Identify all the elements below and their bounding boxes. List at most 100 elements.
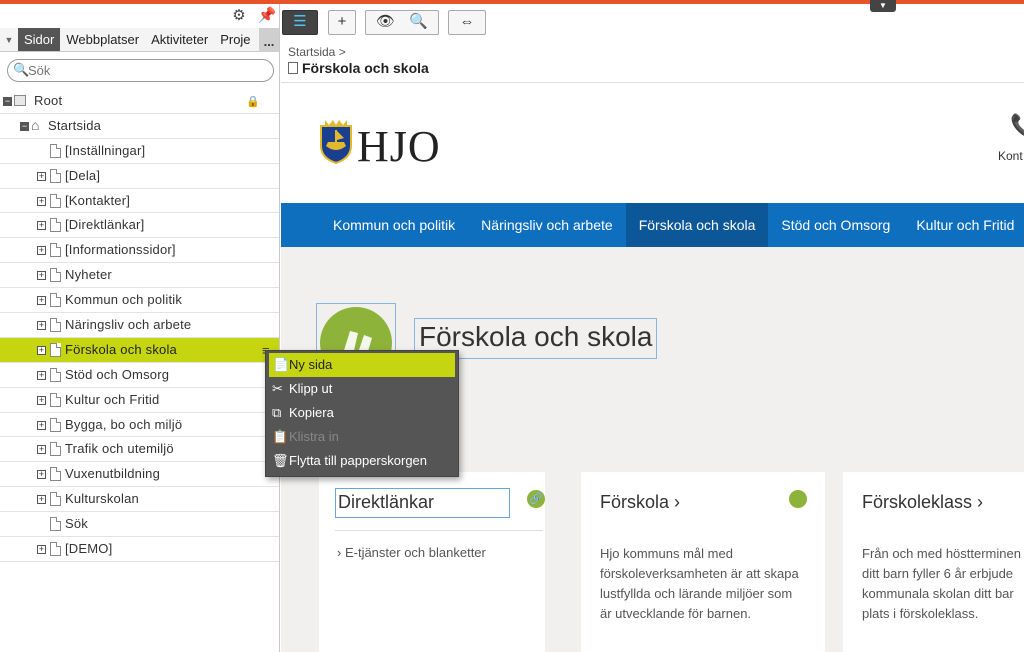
tree-row[interactable]: + Trafik och utemiljö	[0, 437, 279, 463]
card-text: Från och med höstterminen ditt barn fyll…	[862, 546, 1021, 621]
card-title: Direktlänkar	[338, 492, 435, 512]
page-icon	[288, 62, 298, 74]
tree-row[interactable]: [Inställningar]	[0, 139, 279, 164]
tree-row-selected[interactable]: + Förskola och skola ≡	[0, 337, 279, 363]
menu-item-label: Ny sida	[289, 357, 333, 372]
card-forskola[interactable]: Förskola › Hjo kommuns mål med förskolev…	[581, 472, 825, 652]
menu-item-copy[interactable]: ⧉ Kopiera	[266, 401, 458, 425]
menu-item-new-page[interactable]: 📄 Ny sida	[269, 353, 455, 377]
collapse-icon[interactable]: −	[20, 121, 29, 131]
menu-item-cut[interactable]: ✂ Klipp ut	[266, 377, 458, 401]
tree-row[interactable]: + Nyheter	[0, 263, 279, 289]
tree-row[interactable]: + Stöd och Omsorg	[0, 363, 279, 388]
nav-item-kultur[interactable]: Kultur och Fritid	[903, 203, 1024, 247]
tree-row[interactable]: + [Direktlänkar]	[0, 213, 279, 239]
expand-icon[interactable]: +	[37, 296, 46, 306]
tree-row[interactable]: + Kommun och politik	[0, 288, 279, 314]
site-brand[interactable]: HJO	[357, 121, 441, 172]
expand-icon[interactable]: +	[37, 445, 46, 455]
compare-button[interactable]: ⇔	[448, 10, 486, 35]
tree-label: [Direktlänkar]	[65, 217, 145, 233]
pane-tools: ⚙ 📌	[0, 4, 279, 28]
search-input[interactable]	[28, 62, 263, 79]
compare-icon: ⇔	[459, 13, 475, 30]
tree-label: Sök	[65, 516, 89, 532]
tree-label: Stöd och Omsorg	[65, 366, 170, 382]
expand-icon[interactable]: +	[37, 196, 46, 206]
nav-item-stod[interactable]: Stöd och Omsorg	[768, 203, 903, 247]
tree-row[interactable]: + Kulturskolan	[0, 487, 279, 513]
eye-icon: 👁	[376, 13, 396, 30]
expand-icon[interactable]: +	[37, 271, 46, 281]
nav-item-naringsliv[interactable]: Näringsliv och arbete	[468, 203, 626, 247]
expand-icon[interactable]: +	[37, 370, 46, 380]
breadcrumb-separator: >	[338, 45, 346, 59]
phone-icon[interactable]: 📞	[1010, 113, 1024, 139]
tree-label: Kultur och Fritid	[65, 391, 160, 407]
contact-link[interactable]: Kont	[998, 149, 1023, 163]
tree-label: [DEMO]	[65, 541, 113, 557]
tree-label: Kulturskolan	[65, 491, 139, 507]
page-icon	[50, 442, 61, 457]
menu-item-trash[interactable]: 🗑 Flytta till papperskorgen	[266, 449, 458, 473]
toggle-tree-button[interactable]: ☰	[282, 10, 318, 35]
tree-row[interactable]: + [Kontakter]	[0, 189, 279, 214]
tab-sidor[interactable]: Sidor	[18, 28, 61, 51]
tree-row-startsida[interactable]: − ⌂ Startsida	[0, 114, 279, 139]
view-button-group[interactable]: 👁 🔍	[365, 10, 439, 35]
menu-item-label: Klistra in	[289, 429, 339, 444]
tree-label: Nyheter	[65, 267, 112, 283]
tree-label: [Inställningar]	[65, 142, 146, 158]
tab-aktiviteter[interactable]: Aktiviteter	[145, 28, 214, 51]
pin-icon[interactable]: 📌	[257, 6, 277, 26]
gear-icon[interactable]: ⚙	[229, 6, 249, 26]
tree-label: Bygga, bo och miljö	[65, 416, 183, 432]
tree-row[interactable]: + [Informationssidor]	[0, 238, 279, 264]
add-button[interactable]: +	[328, 10, 356, 35]
toolbar: ☰ + 👁 🔍 ⇔	[281, 4, 1024, 40]
tree-row[interactable]: + Vuxenutbildning	[0, 462, 279, 488]
copy-icon: ⧉	[272, 405, 282, 420]
expand-icon[interactable]: +	[37, 221, 46, 231]
preview-icon: 🔍	[409, 13, 428, 30]
nav-item-forskola[interactable]: Förskola och skola	[625, 203, 769, 247]
page-tree-pane: ⚙ 📌 ▼ Sidor Webbplatser Aktiviteter Proj…	[0, 4, 280, 652]
tree-label: Trafik och utemiljö	[65, 441, 174, 457]
tabs-more-button[interactable]: ...	[259, 28, 279, 52]
tree-row[interactable]: + Bygga, bo och miljö	[0, 413, 279, 438]
page-icon	[50, 243, 61, 258]
page-title: Förskola och skola	[288, 60, 429, 76]
tree-row[interactable]: + Näringsliv och arbete	[0, 313, 279, 338]
expand-icon[interactable]: +	[37, 246, 46, 256]
search-icon: 🔍	[13, 62, 30, 77]
expand-icon[interactable]: +	[37, 321, 46, 331]
tree-row[interactable]: + Kultur och Fritid	[0, 388, 279, 413]
page-icon	[50, 417, 61, 432]
expand-icon[interactable]: +	[37, 545, 46, 555]
plus-icon: +	[337, 13, 347, 30]
expand-icon[interactable]: +	[37, 395, 46, 405]
nav-item-kommun[interactable]: Kommun och politik	[281, 203, 468, 247]
expand-icon[interactable]: +	[37, 345, 46, 355]
expand-icon[interactable]: +	[37, 171, 46, 181]
toolbar-drop-tab[interactable]: ▼	[870, 0, 896, 12]
expand-icon[interactable]: +	[37, 470, 46, 480]
menu-item-label: Klipp ut	[289, 381, 333, 396]
chevron-down-icon[interactable]: ▼	[0, 28, 18, 51]
tab-webbplatser[interactable]: Webbplatser	[60, 28, 145, 51]
breadcrumb-parent[interactable]: Startsida	[288, 45, 335, 59]
collapse-icon[interactable]: −	[3, 97, 12, 106]
page-icon	[50, 193, 61, 208]
tab-projekt[interactable]: Proje	[214, 28, 256, 51]
tree-label: [Informationssidor]	[65, 242, 176, 258]
card-forskoleklass[interactable]: Förskoleklass › Från och med hösttermine…	[843, 472, 1024, 652]
card-link[interactable]: › E-tjänster och blanketter	[337, 545, 486, 560]
expand-icon[interactable]: +	[37, 420, 46, 430]
tree-row-root[interactable]: − Root 🔒	[0, 89, 279, 114]
menu-item-paste: 📋 Klistra in	[266, 425, 458, 449]
tree-row[interactable]: Sök	[0, 512, 279, 538]
expand-icon[interactable]: +	[37, 495, 46, 505]
tree-row[interactable]: + [Dela]	[0, 164, 279, 189]
tree-row[interactable]: + [DEMO]	[0, 537, 279, 562]
breadcrumb: Startsida >	[288, 45, 346, 59]
